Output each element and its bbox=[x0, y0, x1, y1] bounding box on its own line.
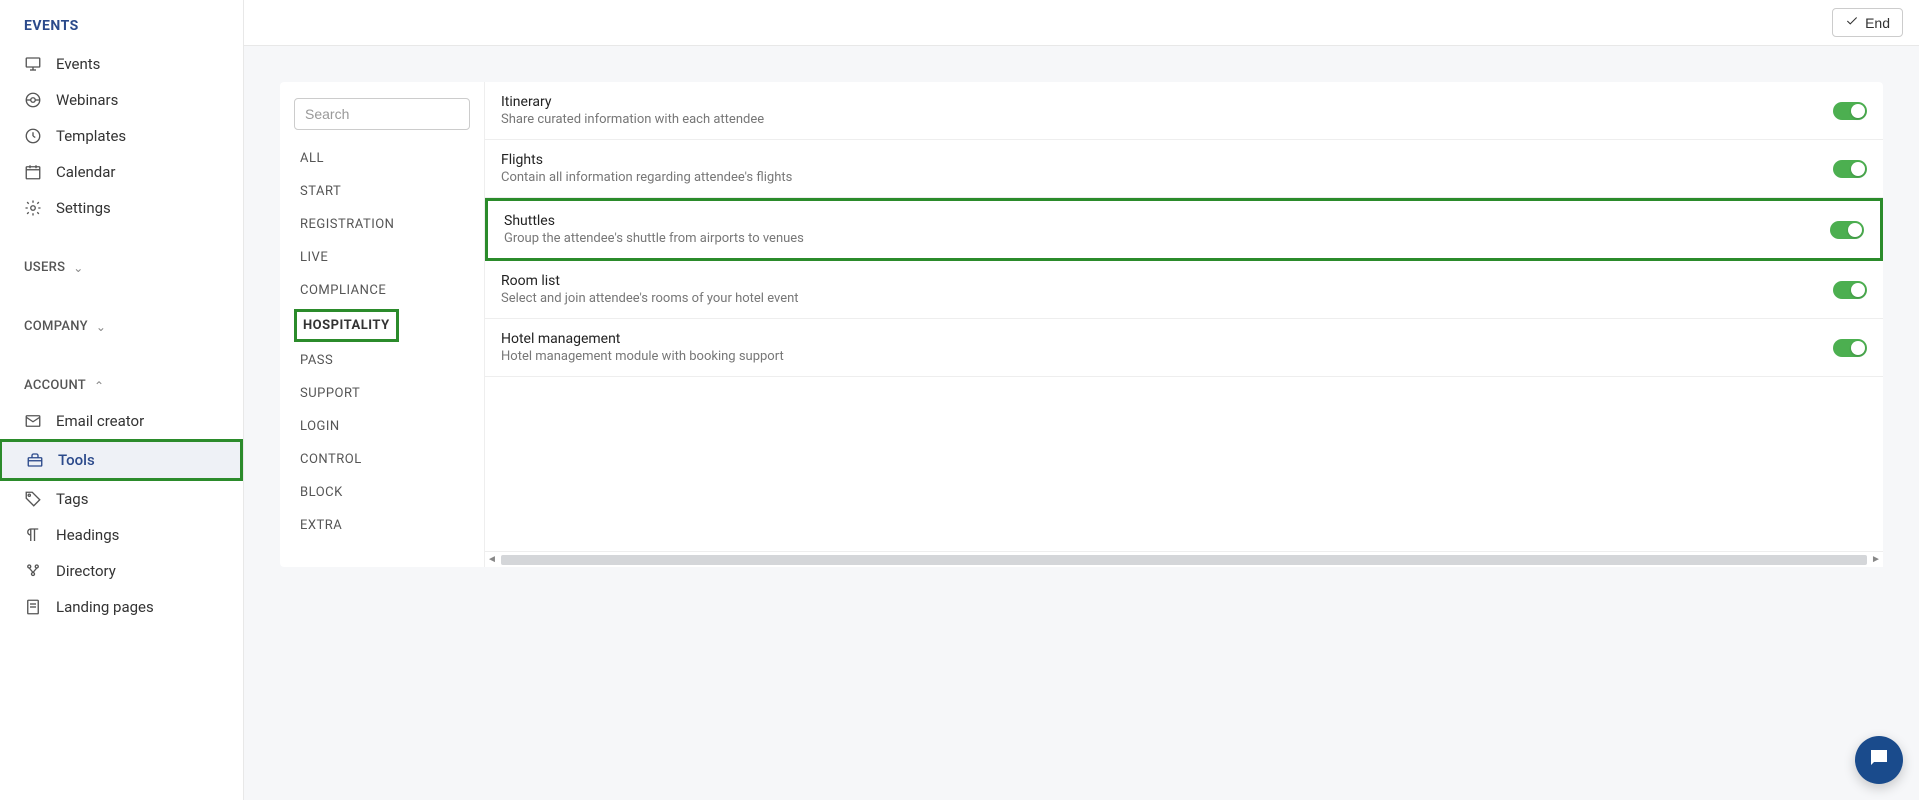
chat-fab[interactable] bbox=[1855, 736, 1903, 784]
page-icon bbox=[24, 598, 42, 616]
sidebar-item-tools[interactable]: Tools bbox=[0, 439, 243, 481]
section-label: USERS bbox=[24, 260, 65, 275]
sidebar-section-company[interactable]: COMPANY ⌄ bbox=[0, 309, 243, 344]
setting-row-hotel-management: Hotel management Hotel management module … bbox=[485, 319, 1883, 377]
category-live[interactable]: LIVE bbox=[294, 241, 470, 274]
mail-icon bbox=[24, 412, 42, 430]
sidebar-item-label: Settings bbox=[56, 199, 111, 217]
sidebar-item-label: Headings bbox=[56, 526, 119, 544]
category-block[interactable]: BLOCK bbox=[294, 476, 470, 509]
sidebar-item-headings[interactable]: Headings bbox=[0, 517, 243, 553]
scrollbar-track[interactable] bbox=[501, 555, 1867, 565]
sidebar-item-webinars[interactable]: Webinars bbox=[0, 82, 243, 118]
setting-desc: Hotel management module with booking sup… bbox=[501, 349, 784, 364]
directory-icon bbox=[24, 562, 42, 580]
setting-row-itinerary: Itinerary Share curated information with … bbox=[485, 82, 1883, 140]
category-compliance[interactable]: COMPLIANCE bbox=[294, 274, 470, 307]
gear-icon bbox=[24, 199, 42, 217]
sidebar-item-landing-pages[interactable]: Landing pages bbox=[0, 589, 243, 625]
category-hospitality[interactable]: HOSPITALITY bbox=[303, 318, 390, 333]
setting-title: Flights bbox=[501, 152, 792, 168]
webinar-icon bbox=[24, 91, 42, 109]
setting-info: Shuttles Group the attendee's shuttle fro… bbox=[504, 213, 804, 246]
category-extra[interactable]: EXTRA bbox=[294, 509, 470, 542]
setting-title: Room list bbox=[501, 273, 799, 289]
sidebar-item-email-creator[interactable]: Email creator bbox=[0, 403, 243, 439]
sidebar-item-events[interactable]: Events bbox=[0, 46, 243, 82]
toggle-hotel-management[interactable] bbox=[1833, 339, 1867, 357]
sidebar-item-label: Tags bbox=[56, 490, 88, 508]
category-support[interactable]: SUPPORT bbox=[294, 377, 470, 410]
sidebar-item-label: Landing pages bbox=[56, 598, 154, 616]
setting-desc: Group the attendee's shuttle from airpor… bbox=[504, 231, 804, 246]
sidebar-item-label: Calendar bbox=[56, 163, 116, 181]
sidebar-item-label: Email creator bbox=[56, 412, 144, 430]
setting-info: Hotel management Hotel management module … bbox=[501, 331, 784, 364]
sidebar-item-label: Directory bbox=[56, 562, 116, 580]
category-registration[interactable]: REGISTRATION bbox=[294, 208, 470, 241]
sidebar: EVENTS Events Webinars Templates Calendar Se… bbox=[0, 0, 244, 800]
settings-list: Itinerary Share curated information with … bbox=[484, 82, 1883, 567]
setting-title: Shuttles bbox=[504, 213, 804, 229]
setting-row-shuttles: Shuttles Group the attendee's shuttle fro… bbox=[485, 198, 1883, 261]
chevron-up-icon: ⌃ bbox=[94, 379, 104, 393]
end-button-label: End bbox=[1865, 15, 1890, 31]
sidebar-item-label: Webinars bbox=[56, 91, 118, 109]
setting-desc: Contain all information regarding attend… bbox=[501, 170, 792, 185]
check-icon bbox=[1845, 14, 1859, 31]
calendar-icon bbox=[24, 163, 42, 181]
sidebar-item-templates[interactable]: Templates bbox=[0, 118, 243, 154]
setting-info: Itinerary Share curated information with … bbox=[501, 94, 764, 127]
setting-row-room-list: Room list Select and join attendee's room… bbox=[485, 261, 1883, 319]
category-pass[interactable]: PASS bbox=[294, 344, 470, 377]
paragraph-icon bbox=[24, 526, 42, 544]
sidebar-item-label: Templates bbox=[56, 127, 126, 145]
topbar: End bbox=[244, 0, 1919, 46]
scroll-right-arrow[interactable]: ► bbox=[1869, 554, 1883, 565]
sidebar-item-settings[interactable]: Settings bbox=[0, 190, 243, 226]
setting-title: Itinerary bbox=[501, 94, 764, 110]
section-label: COMPANY bbox=[24, 319, 88, 334]
category-start[interactable]: START bbox=[294, 175, 470, 208]
sidebar-item-tags[interactable]: Tags bbox=[0, 481, 243, 517]
tag-icon bbox=[24, 490, 42, 508]
toggle-flights[interactable] bbox=[1833, 160, 1867, 178]
setting-info: Room list Select and join attendee's room… bbox=[501, 273, 799, 306]
category-login[interactable]: LOGIN bbox=[294, 410, 470, 443]
category-control[interactable]: CONTROL bbox=[294, 443, 470, 476]
chevron-down-icon: ⌄ bbox=[96, 320, 106, 334]
section-label: ACCOUNT bbox=[24, 378, 86, 393]
sidebar-section-account[interactable]: ACCOUNT ⌃ bbox=[0, 368, 243, 403]
content-area: ALLSTARTREGISTRATIONLIVECOMPLIANCE HOSPIT… bbox=[244, 46, 1919, 800]
sidebar-item-calendar[interactable]: Calendar bbox=[0, 154, 243, 190]
setting-row-flights: Flights Contain all information regarding… bbox=[485, 140, 1883, 198]
chevron-down-icon: ⌄ bbox=[73, 261, 83, 275]
sidebar-item-label: Events bbox=[56, 55, 100, 73]
tools-panel: ALLSTARTREGISTRATIONLIVECOMPLIANCE HOSPIT… bbox=[280, 82, 1883, 567]
search-input[interactable] bbox=[294, 98, 470, 130]
toolbox-icon bbox=[26, 451, 44, 469]
horizontal-scrollbar[interactable]: ◄ ► bbox=[485, 551, 1883, 567]
toggle-shuttles[interactable] bbox=[1830, 221, 1864, 239]
setting-desc: Share curated information with each atte… bbox=[501, 112, 764, 127]
sidebar-section-users[interactable]: USERS ⌄ bbox=[0, 250, 243, 285]
sidebar-item-directory[interactable]: Directory bbox=[0, 553, 243, 589]
toggle-itinerary[interactable] bbox=[1833, 102, 1867, 120]
setting-title: Hotel management bbox=[501, 331, 784, 347]
setting-info: Flights Contain all information regarding… bbox=[501, 152, 792, 185]
end-button[interactable]: End bbox=[1832, 8, 1903, 37]
setting-desc: Select and join attendee's rooms of your… bbox=[501, 291, 799, 306]
category-all[interactable]: ALL bbox=[294, 142, 470, 175]
chat-icon bbox=[1867, 746, 1891, 774]
sidebar-title: EVENTS bbox=[0, 0, 243, 46]
sidebar-item-label: Tools bbox=[58, 451, 95, 469]
toggle-room-list[interactable] bbox=[1833, 281, 1867, 299]
template-icon bbox=[24, 127, 42, 145]
scroll-left-arrow[interactable]: ◄ bbox=[485, 554, 499, 565]
monitor-icon bbox=[24, 55, 42, 73]
categories-panel: ALLSTARTREGISTRATIONLIVECOMPLIANCE HOSPIT… bbox=[280, 82, 484, 567]
